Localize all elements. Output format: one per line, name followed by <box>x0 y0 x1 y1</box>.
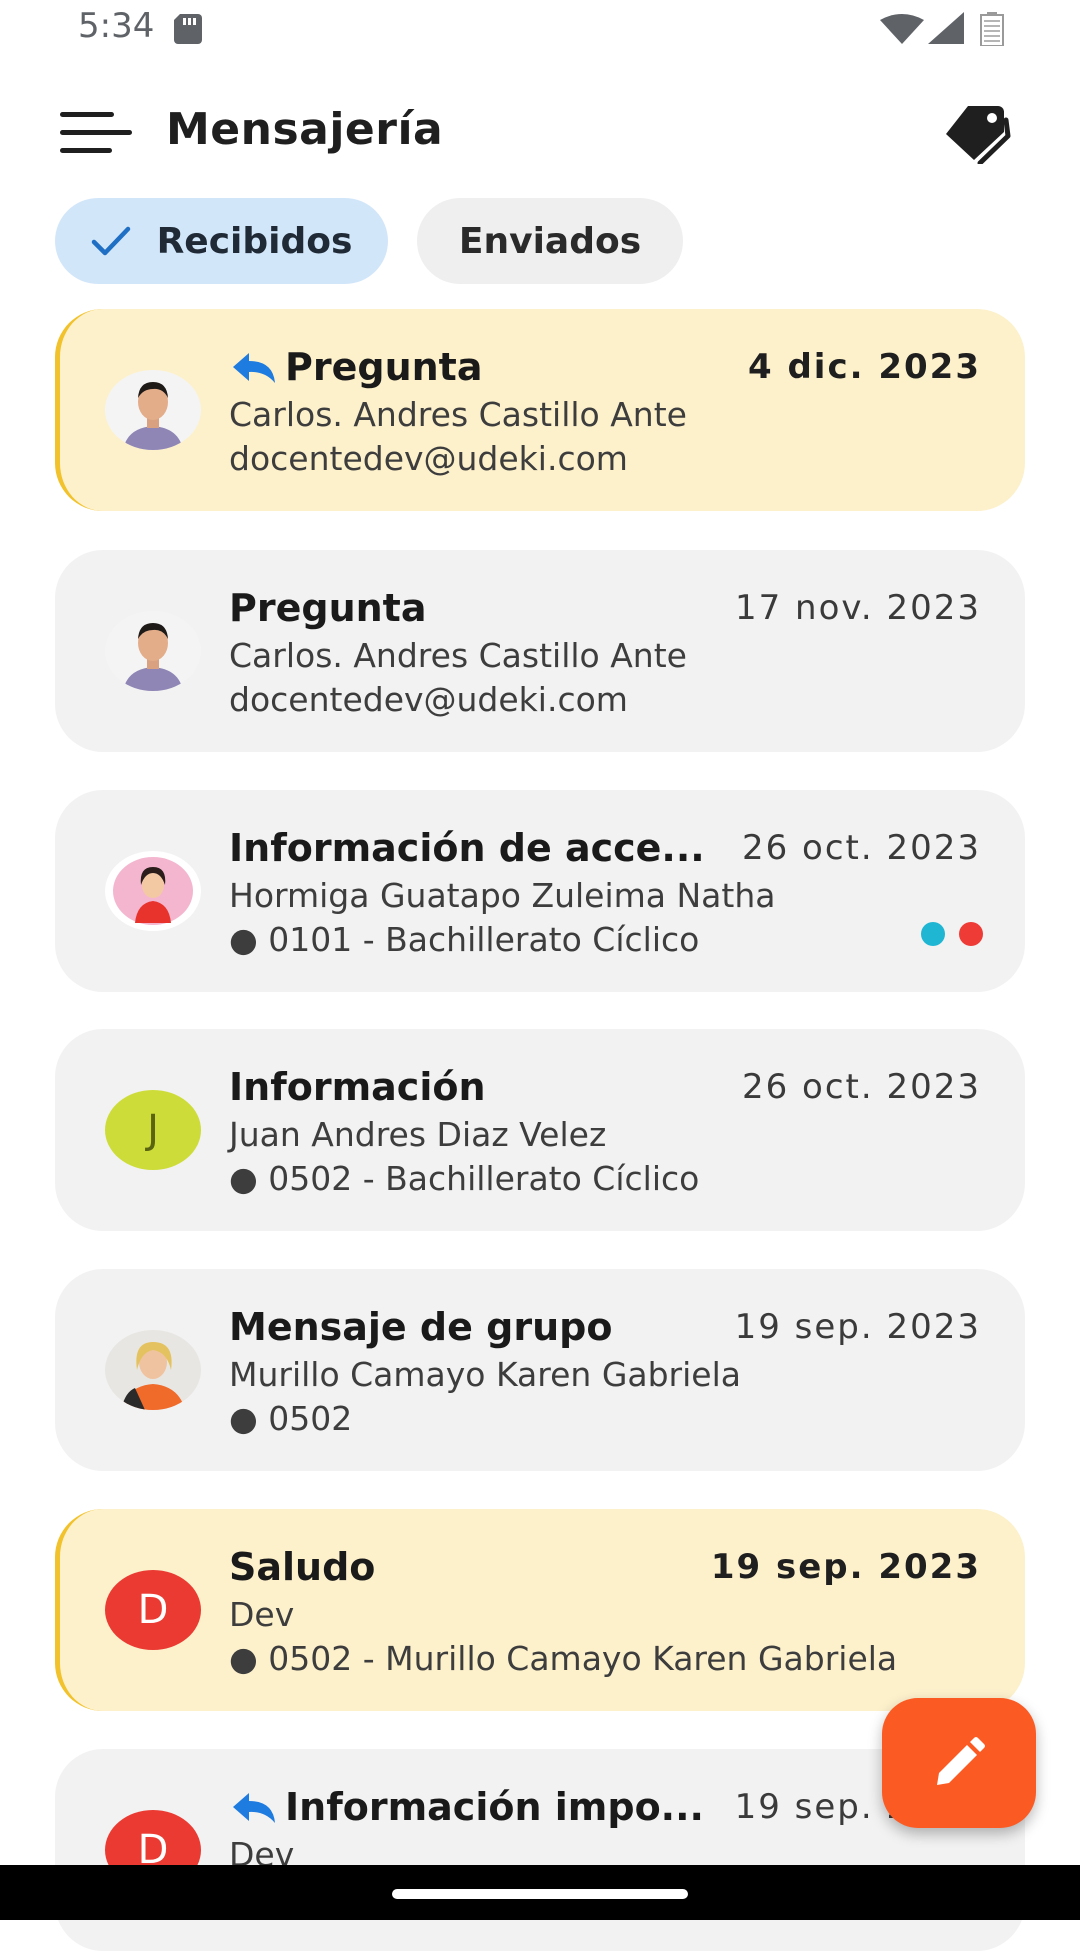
message-sender: Murillo Camayo Karen Gabriela <box>229 1355 741 1394</box>
message-sender: Dev <box>229 1595 295 1634</box>
avatar <box>105 1330 201 1410</box>
filter-chip-received[interactable]: Recibidos <box>55 198 388 284</box>
message-card[interactable]: J Información 26 oct. 2023 Juan Andres D… <box>55 1029 1025 1231</box>
message-detail: ● 0101 - Bachillerato Cíclico <box>229 920 700 959</box>
user-photo-icon <box>105 370 201 450</box>
battery-icon <box>980 12 1004 46</box>
message-subject-text: Información <box>229 1065 486 1109</box>
message-date: 19 sep. 2023 <box>734 1307 981 1347</box>
message-detail: ● 0502 - Murillo Camayo Karen Gabriela <box>229 1639 898 1678</box>
message-detail: docentedev@udeki.com <box>229 439 628 478</box>
message-subject: Mensaje de grupo <box>229 1305 749 1349</box>
reply-icon <box>233 1793 275 1823</box>
filter-chip-label: Enviados <box>458 220 642 262</box>
message-sender: Carlos. Andres Castillo Ante <box>229 395 687 434</box>
message-card[interactable]: D Saludo 19 sep. 2023 Dev ● 0502 - Muril… <box>55 1509 1025 1711</box>
message-sender: Hormiga Guatapo Zuleima Natha <box>229 876 776 915</box>
avatar-letter: D <box>137 1587 169 1633</box>
wifi-icon <box>880 14 924 44</box>
woman-avatar-icon <box>105 851 201 931</box>
message-date: 4 dic. 2023 <box>747 347 981 387</box>
message-date: 26 oct. 2023 <box>741 1067 981 1107</box>
message-card[interactable]: Información de acce... 26 oct. 2023 Horm… <box>55 790 1025 992</box>
message-card[interactable]: D Información impo... 19 sep. 2023 Dev <box>55 1749 1025 1951</box>
user-photo-icon <box>105 1330 201 1410</box>
user-photo-icon <box>105 611 201 691</box>
home-handle[interactable] <box>392 1889 688 1899</box>
reply-icon <box>233 353 275 383</box>
message-sender: Juan Andres Diaz Velez <box>229 1115 607 1154</box>
message-date: 26 oct. 2023 <box>741 828 981 868</box>
avatar: J <box>105 1090 201 1170</box>
message-date: 17 nov. 2023 <box>734 588 981 628</box>
tag-dot-red <box>959 922 983 946</box>
pencil-icon <box>937 1737 985 1785</box>
tag-dot-cyan <box>921 922 945 946</box>
signal-icon <box>928 12 964 44</box>
page-title: Mensajería <box>166 104 444 155</box>
avatar: D <box>105 1570 201 1650</box>
system-nav-bar <box>0 1865 1080 1920</box>
avatar <box>105 851 201 931</box>
filter-chip-sent[interactable]: Enviados <box>417 198 683 284</box>
message-subject-text: Pregunta <box>229 586 427 630</box>
message-subject: Información impo... <box>229 1785 749 1829</box>
status-time: 5:34 <box>78 6 155 46</box>
message-card[interactable]: Pregunta 17 nov. 2023 Carlos. Andres Cas… <box>55 550 1025 752</box>
filter-chip-label: Recibidos <box>156 220 353 262</box>
menu-icon[interactable] <box>60 110 132 156</box>
avatar-letter: J <box>147 1107 159 1153</box>
avatar <box>105 611 201 691</box>
message-detail: docentedev@udeki.com <box>229 680 628 719</box>
message-subject: Información <box>229 1065 749 1109</box>
message-subject: Pregunta <box>229 345 749 389</box>
message-detail: ● 0502 <box>229 1399 353 1438</box>
message-subject-text: Saludo <box>229 1545 376 1589</box>
status-bar: 5:34 <box>0 0 1080 60</box>
avatar <box>105 370 201 450</box>
message-card[interactable]: Pregunta 4 dic. 2023 Carlos. Andres Cast… <box>55 309 1025 511</box>
message-date: 19 sep. 2023 <box>710 1547 981 1587</box>
tag-indicators <box>921 922 983 946</box>
tags-icon[interactable] <box>940 100 1012 164</box>
message-sender: Carlos. Andres Castillo Ante <box>229 636 687 675</box>
message-subject-text: Mensaje de grupo <box>229 1305 613 1349</box>
compose-button[interactable] <box>882 1698 1036 1828</box>
check-icon <box>91 226 130 256</box>
message-subject: Saludo <box>229 1545 749 1589</box>
message-card[interactable]: Mensaje de grupo 19 sep. 2023 Murillo Ca… <box>55 1269 1025 1471</box>
message-subject-text: Información de acce... <box>229 826 705 870</box>
message-subject-text: Información impo... <box>285 1785 704 1829</box>
message-subject: Información de acce... <box>229 826 749 870</box>
sd-card-icon <box>174 14 202 44</box>
message-subject: Pregunta <box>229 586 749 630</box>
message-detail: ● 0502 - Bachillerato Cíclico <box>229 1159 700 1198</box>
message-subject-text: Pregunta <box>285 345 483 389</box>
